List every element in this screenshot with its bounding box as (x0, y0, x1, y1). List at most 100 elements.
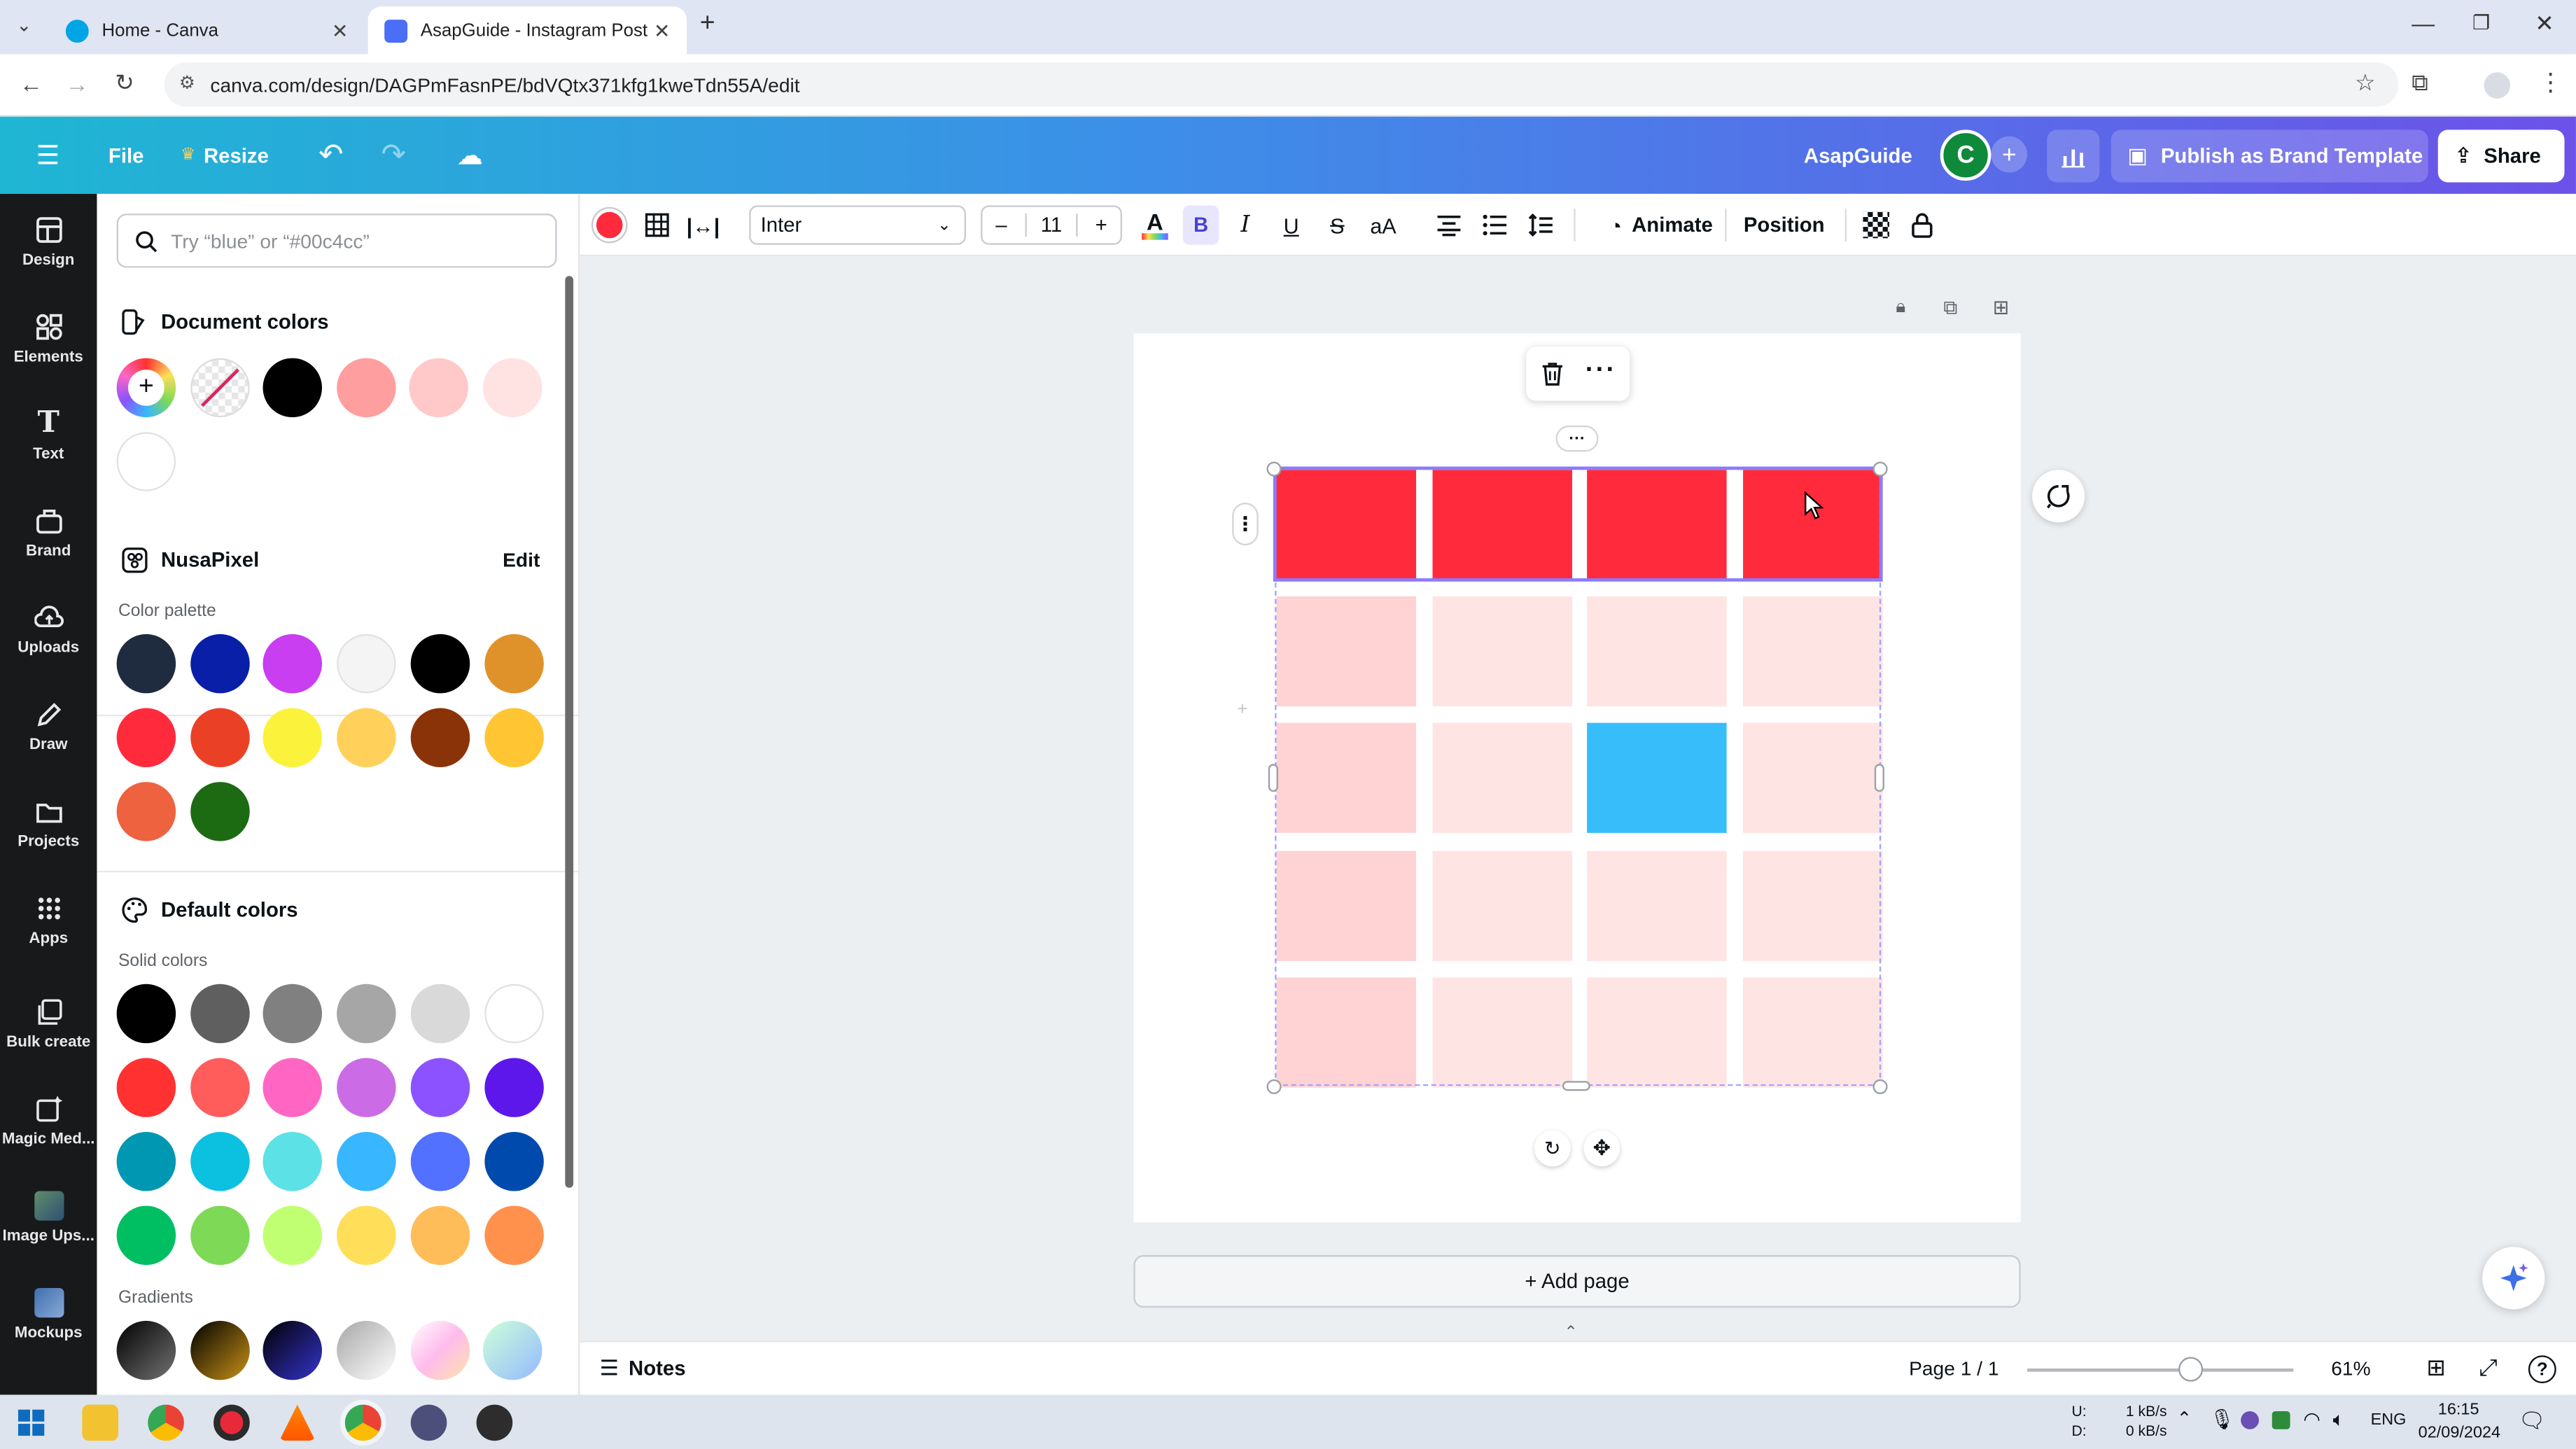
color-swatch[interactable] (337, 1132, 396, 1191)
edit-brand-kit-button[interactable]: Edit (503, 549, 540, 572)
color-swatch[interactable] (484, 1058, 543, 1117)
color-swatch[interactable] (484, 1132, 543, 1191)
color-swatch[interactable] (410, 1058, 470, 1117)
letter-case-button[interactable]: aA (1364, 205, 1403, 244)
increase-font-size-button[interactable]: + (1096, 214, 1107, 237)
fullscreen-icon[interactable]: ⤢ (2479, 1354, 2497, 1382)
profile-icon[interactable] (2484, 72, 2511, 99)
rotate-button[interactable]: ↻ (1534, 1130, 1571, 1167)
color-swatch[interactable] (116, 432, 176, 491)
save-status-cloud-icon[interactable]: ☁ (456, 117, 483, 194)
gradient-swatch[interactable] (262, 1320, 322, 1380)
row-options-button[interactable]: ⋮ (1232, 503, 1259, 546)
rail-item-projects[interactable]: Projects (0, 776, 97, 871)
tray-app-icon[interactable] (2241, 1410, 2259, 1429)
animate-button[interactable]: ◔ Animate (1590, 205, 1732, 244)
font-family-select[interactable]: Inter ⌄ (749, 205, 966, 245)
wifi-icon[interactable]: ◠ (2303, 1408, 2320, 1431)
notifications-icon[interactable]: 🗨︎ (2519, 1408, 2546, 1434)
gradient-swatch[interactable] (410, 1320, 470, 1380)
resize-button[interactable]: ♛ Resize (181, 117, 269, 194)
color-swatch[interactable] (410, 1132, 470, 1191)
color-swatch[interactable] (190, 1132, 249, 1191)
cell-color-button[interactable] (590, 205, 629, 244)
restore-window-icon[interactable]: ❐ (2472, 11, 2490, 34)
clock-time[interactable]: 16:15 (2438, 1401, 2479, 1420)
color-swatch[interactable] (116, 708, 176, 768)
color-swatch[interactable] (337, 634, 396, 694)
decrease-font-size-button[interactable]: – (995, 214, 1007, 237)
color-swatch[interactable] (263, 983, 323, 1044)
project-name[interactable]: AsapGuide (1804, 117, 1912, 194)
vlc-icon[interactable] (279, 1404, 316, 1441)
gradient-swatch[interactable] (482, 1320, 542, 1380)
zoom-level[interactable]: 61% (2331, 1357, 2370, 1380)
more-options-icon[interactable]: ··· (1586, 356, 1617, 386)
column-options-button[interactable]: ··· (1555, 425, 1599, 452)
color-swatch[interactable] (410, 983, 470, 1044)
windows-start-icon[interactable] (18, 1409, 45, 1436)
rail-item-bulk-create[interactable]: Bulk create (0, 976, 97, 1071)
notes-button[interactable]: ☰ Notes (600, 1355, 686, 1382)
resize-handle-bottom-right[interactable] (1872, 1079, 1888, 1095)
tab-asapguide[interactable]: AsapGuide - Instagram Post ✕ (368, 6, 687, 55)
transparent-swatch[interactable] (190, 358, 250, 418)
site-info-icon[interactable]: ⚙ (179, 72, 195, 94)
color-swatch[interactable] (263, 1132, 323, 1191)
color-swatch[interactable] (190, 983, 249, 1044)
color-swatch[interactable] (263, 634, 323, 694)
close-tab-icon[interactable]: ✕ (654, 19, 671, 42)
redo-icon[interactable]: ↷ (381, 117, 405, 194)
extensions-icon[interactable]: ⧉ (2412, 69, 2428, 97)
italic-button[interactable]: I (1228, 205, 1261, 244)
collapse-notes-chevron-icon[interactable]: ⌃ (1564, 1324, 1578, 1343)
comment-button[interactable] (2032, 470, 2085, 523)
reload-icon[interactable]: ↻ (115, 69, 134, 97)
text-color-button[interactable]: A (1138, 205, 1171, 244)
page-indicator[interactable]: Page 1 / 1 (1909, 1357, 1998, 1380)
color-swatch[interactable] (190, 782, 249, 841)
position-button[interactable]: Position (1740, 205, 1828, 244)
color-swatch[interactable] (116, 782, 176, 841)
zoom-slider[interactable] (2027, 1357, 2294, 1382)
color-swatch[interactable] (263, 1058, 323, 1117)
clock-date[interactable]: 02/09/2024 (2418, 1424, 2500, 1443)
magic-assistant-button[interactable] (2482, 1247, 2545, 1310)
resize-handle-top-left[interactable] (1266, 461, 1282, 477)
cell-spacing-button[interactable]: |↔| (685, 205, 722, 244)
align-button[interactable] (1431, 205, 1467, 244)
rail-item-design[interactable]: Design (0, 194, 97, 289)
rail-item-apps[interactable]: Apps (0, 872, 97, 967)
color-swatch[interactable] (116, 1132, 176, 1191)
address-bar[interactable]: ⚙ canva.com/design/DAGPmFasnPE/bdVQtx371… (164, 62, 2399, 107)
lock-button[interactable] (1904, 205, 1940, 244)
strikethrough-button[interactable]: S (1321, 205, 1354, 244)
add-page-button[interactable]: + Add page (1133, 1255, 2021, 1308)
color-swatch[interactable] (190, 1058, 249, 1117)
undo-icon[interactable]: ↶ (318, 117, 343, 194)
duplicate-page-icon[interactable]: ⧉ (1943, 295, 1957, 320)
color-swatch[interactable] (116, 634, 176, 694)
move-button[interactable]: ✥ (1583, 1130, 1620, 1167)
spacing-button[interactable] (1523, 205, 1560, 244)
color-swatch[interactable] (116, 1058, 176, 1117)
color-swatch[interactable] (410, 708, 470, 768)
app-icon[interactable] (410, 1404, 447, 1441)
rail-item-mockups[interactable]: Mockups (0, 1266, 97, 1362)
color-swatch[interactable] (337, 1205, 396, 1266)
color-swatch[interactable] (484, 1205, 543, 1266)
color-swatch[interactable] (190, 634, 249, 694)
color-swatch[interactable] (337, 708, 396, 768)
file-menu-button[interactable]: File (108, 117, 144, 194)
color-swatch[interactable] (410, 634, 470, 694)
table-grid-button[interactable] (639, 205, 676, 244)
color-swatch[interactable] (263, 1205, 323, 1266)
minimize-window-icon[interactable]: — (2412, 10, 2435, 36)
panel-scrollbar[interactable] (565, 276, 574, 1188)
recorder-icon[interactable] (214, 1404, 250, 1441)
rail-item-brand[interactable]: Brand (0, 484, 97, 580)
color-swatch[interactable] (484, 708, 543, 768)
chrome-active-icon[interactable] (344, 1404, 382, 1441)
main-menu-icon[interactable]: ☰ (36, 117, 60, 194)
color-swatch[interactable] (337, 1058, 396, 1117)
